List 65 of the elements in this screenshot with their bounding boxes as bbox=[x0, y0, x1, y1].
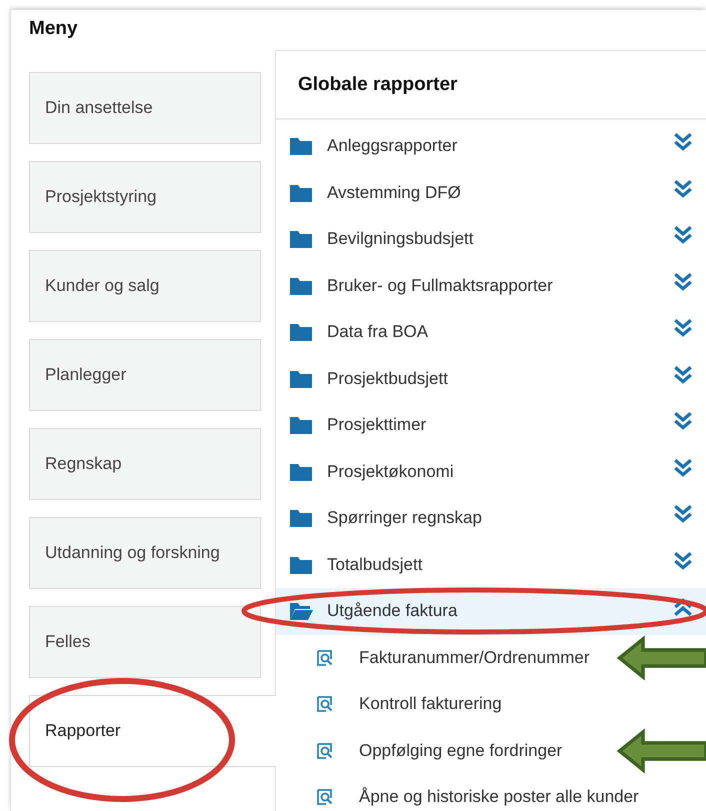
folder-row[interactable]: Bruker- og Fullmaktsrapporter bbox=[276, 262, 706, 309]
menu-item[interactable]: Utdanning og forskning bbox=[29, 517, 261, 589]
folder-row[interactable]: Spørringer regnskap bbox=[276, 495, 706, 542]
folder-icon bbox=[289, 182, 313, 203]
report-label: Åpne og historiske poster alle kunder bbox=[359, 787, 639, 808]
report-search-icon bbox=[316, 648, 334, 667]
menu-item[interactable]: Din ansettelse bbox=[29, 72, 261, 144]
report-label: Kontroll fakturering bbox=[359, 694, 502, 714]
folder-icon bbox=[289, 229, 313, 250]
folder-label: Bruker- og Fullmaktsrapporter bbox=[327, 276, 554, 296]
expand-icon[interactable] bbox=[672, 270, 694, 293]
folder-icon bbox=[289, 508, 313, 528]
folder-label: Spørringer regnskap bbox=[327, 508, 483, 528]
folder-label: Data fra BOA bbox=[327, 322, 430, 342]
folder-icon bbox=[289, 276, 313, 296]
folder-row[interactable]: Totalbudsjett bbox=[276, 542, 706, 588]
folder-row[interactable]: Prosjektøkonomi bbox=[276, 448, 706, 495]
folder-icon bbox=[289, 554, 313, 575]
folder-label: Anleggsrapporter bbox=[327, 136, 458, 156]
report-link[interactable]: Kontroll fakturering bbox=[276, 681, 706, 728]
report-search-icon bbox=[316, 742, 334, 760]
report-search-icon bbox=[316, 695, 334, 714]
report-search-icon bbox=[316, 788, 334, 806]
menu-item[interactable]: Regnskap bbox=[29, 428, 261, 500]
expand-icon[interactable] bbox=[672, 364, 694, 386]
report-link[interactable]: Åpne og historiske poster alle kunder bbox=[276, 774, 706, 811]
folder-label: Prosjektbudsjett bbox=[327, 368, 449, 389]
menu-title: Meny bbox=[29, 18, 79, 41]
collapse-icon[interactable] bbox=[672, 596, 694, 618]
expand-icon[interactable] bbox=[672, 224, 694, 246]
expand-icon[interactable] bbox=[672, 410, 694, 432]
folder-row[interactable]: Prosjekttimer bbox=[276, 402, 706, 448]
report-link[interactable]: Oppfølging egne fordringer bbox=[276, 728, 706, 774]
folder-row[interactable]: Anleggsrapporter bbox=[276, 123, 706, 170]
folder-label: Prosjektøkonomi bbox=[327, 462, 455, 482]
open-folder-icon bbox=[289, 601, 313, 622]
menu-item[interactable]: Rapporter bbox=[29, 695, 276, 767]
folder-icon bbox=[289, 322, 313, 342]
folder-row[interactable]: Prosjektbudsjett bbox=[276, 356, 706, 402]
menu-item[interactable]: Planlegger bbox=[29, 339, 261, 411]
folder-row[interactable]: Avstemming DFØ bbox=[276, 170, 706, 216]
folder-label: Prosjekttimer bbox=[327, 415, 428, 436]
expand-icon[interactable] bbox=[672, 456, 694, 479]
folder-label: Bevilgningsbudsjett bbox=[327, 229, 474, 250]
folder-icon bbox=[289, 368, 313, 389]
expand-icon[interactable] bbox=[672, 317, 694, 340]
expand-icon[interactable] bbox=[672, 503, 694, 526]
expand-icon[interactable] bbox=[672, 550, 694, 572]
folder-row[interactable]: Bevilgningsbudsjett bbox=[276, 216, 706, 262]
panel-title: Globale rapporter bbox=[276, 51, 706, 120]
folder-icon bbox=[289, 136, 313, 156]
report-link[interactable]: Fakturanummer/Ordrenummer bbox=[276, 634, 706, 681]
folder-icon bbox=[289, 415, 313, 436]
expand-icon[interactable] bbox=[672, 131, 694, 154]
report-label: Oppfølging egne fordringer bbox=[359, 740, 562, 761]
folder-label: Totalbudsjett bbox=[327, 554, 424, 575]
folder-label: Utgående faktura bbox=[327, 601, 458, 622]
menu-item[interactable]: Kunder og salg bbox=[29, 250, 261, 322]
report-label: Fakturanummer/Ordrenummer bbox=[359, 648, 590, 668]
folder-label: Avstemming DFØ bbox=[327, 182, 462, 203]
folder-row[interactable]: Data fra BOA bbox=[276, 309, 706, 356]
menu-item[interactable]: Felles bbox=[29, 606, 261, 678]
menu-item[interactable]: Prosjektstyring bbox=[29, 161, 261, 233]
folder-icon bbox=[289, 462, 313, 482]
expand-icon[interactable] bbox=[672, 178, 694, 200]
